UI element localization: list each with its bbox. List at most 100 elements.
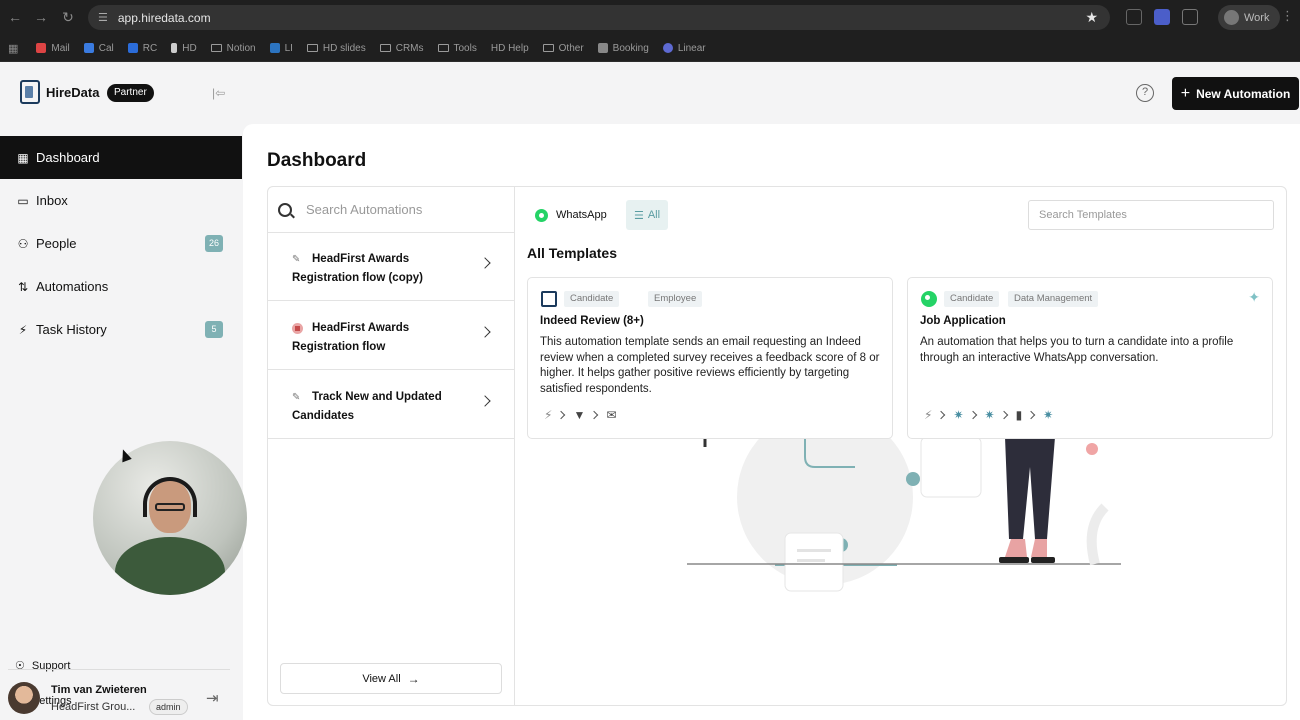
bookmark-tools[interactable]: Tools [437, 43, 477, 54]
automation-title: Track New and Updated Candidates [292, 391, 442, 422]
brand-name: HireData [46, 84, 100, 100]
bookmark-star-icon[interactable]: ★ [1085, 9, 1098, 26]
sidebar-divider [8, 669, 230, 670]
apps-grid-icon[interactable]: ▦ [8, 42, 18, 55]
trigger-bolt-icon: ⚡ [924, 408, 933, 422]
browser-toolbar: ← → ↻ ☰ app.hiredata.com ★ Work ⋮ [0, 0, 1300, 35]
extensions-puzzle-icon[interactable] [1182, 9, 1198, 25]
template-steps: ⚡ ✷ ✷ ▮ ✷ [924, 407, 1059, 423]
gmail-icon [36, 43, 47, 53]
grid-icon: ▦ [17, 150, 29, 165]
step-arrow-icon [1026, 410, 1036, 420]
chat-icon: ▮ [1015, 408, 1023, 422]
list-icon: ☰ [633, 209, 644, 222]
bookmark-cal[interactable]: Cal [83, 43, 114, 54]
plus-icon: + [1180, 84, 1191, 102]
reload-icon[interactable]: ↻ [55, 4, 81, 30]
rc-icon [127, 43, 138, 53]
automations-icon: ⇅ [17, 279, 29, 294]
template-name: Indeed Review (8+) [540, 315, 644, 327]
automation-item[interactable]: HeadFirst Awards Registration flow [268, 302, 515, 370]
help-icon[interactable]: ? [1136, 84, 1154, 102]
search-icon [278, 202, 292, 217]
step-arrow-icon [590, 410, 599, 420]
chevron-right-icon [479, 326, 491, 338]
template-card[interactable]: Candidate Data Management ✦ Job Applicat… [907, 277, 1273, 439]
search-automations-input[interactable] [306, 202, 496, 217]
folder-icon [437, 44, 449, 52]
folder-icon [379, 44, 391, 52]
bookmark-hd-slides[interactable]: HD slides [306, 43, 366, 54]
hiredata-logo-icon [20, 80, 40, 104]
sidebar: ▦ Dashboard ▭ Inbox ⚇ People 26 ⇅ Automa… [0, 124, 242, 720]
template-card[interactable]: Candidate Employee Indeed Review (8+) Th… [527, 277, 893, 439]
mail-extension-icon[interactable] [1126, 9, 1142, 25]
chevron-right-icon [479, 395, 491, 407]
hiredata-action-icon: ✷ [1043, 408, 1054, 422]
glasses [155, 503, 185, 511]
people-icon: ⚇ [17, 236, 29, 251]
template-description: An automation that helps you to turn a c… [920, 336, 1234, 364]
user-org: HeadFirst Grou... [51, 701, 136, 713]
automation-item[interactable]: ✎ Track New and Updated Candidates [268, 371, 515, 439]
extension-icon[interactable] [1154, 9, 1170, 25]
automation-item[interactable]: ✎ HeadFirst Awards Registration flow (co… [268, 233, 515, 301]
bookmark-hd-help[interactable]: HD Help [491, 43, 529, 54]
filter-whatsapp[interactable]: WhatsApp [535, 200, 607, 230]
partner-badge: Partner [107, 84, 154, 102]
step-arrow-icon [937, 410, 946, 420]
bookmark-crms[interactable]: CRMs [379, 43, 424, 54]
step-arrow-icon [999, 410, 1008, 420]
sidebar-item-dashboard[interactable]: ▦ Dashboard [0, 136, 242, 179]
user-name: Tim van Zwieteren [51, 684, 147, 696]
template-tag: Data Management [1008, 291, 1099, 307]
support-link[interactable]: ☉ Support [15, 659, 70, 673]
logo[interactable]: HireData [20, 80, 99, 104]
user-avatar[interactable] [8, 682, 40, 714]
template-description: This automation template sends an email … [540, 336, 880, 395]
url-text: app.hiredata.com [117, 10, 211, 25]
collapse-sidebar-icon[interactable]: |⇦ [212, 86, 225, 100]
filter-icon: ▼ [573, 408, 586, 422]
filter-all[interactable]: ☰ All [626, 200, 668, 230]
template-name: Job Application [920, 315, 1006, 327]
automation-title: HeadFirst Awards Registration flow [292, 322, 410, 353]
bookmark-other[interactable]: Other [542, 43, 584, 54]
browser-menu-icon[interactable]: ⋮ [1281, 8, 1294, 24]
search-templates-input[interactable] [1028, 200, 1274, 230]
forward-icon[interactable]: → [28, 4, 54, 30]
bookmark-li[interactable]: LI [269, 43, 293, 54]
profile-avatar [1224, 10, 1239, 25]
trigger-bolt-icon: ⚡ [544, 408, 553, 422]
address-bar[interactable]: ☰ app.hiredata.com ★ [88, 5, 1110, 30]
sidebar-item-inbox[interactable]: ▭ Inbox [0, 179, 242, 222]
back-icon[interactable]: ← [2, 4, 28, 30]
new-automation-button[interactable]: + New Automation [1172, 77, 1299, 110]
bookmark-mail[interactable]: Mail [36, 43, 70, 54]
logout-icon[interactable]: ⇥ [206, 689, 219, 707]
profile-label: Work [1244, 11, 1270, 24]
step-arrow-icon [968, 410, 977, 420]
site-settings-icon[interactable]: ☰ [98, 11, 108, 24]
arrow-right-icon: → [407, 671, 420, 686]
templates-panel: WhatsApp ☰ All All Templates [515, 187, 1286, 705]
bookmark-booking[interactable]: Booking [597, 43, 649, 54]
hiredata-template-icon [541, 291, 557, 307]
profile-button[interactable]: Work [1218, 5, 1280, 30]
sidebar-item-task-history[interactable]: ⚡ Task History 5 [0, 308, 242, 351]
whatsapp-icon [535, 208, 548, 222]
sparkle-icon: ✦ [1248, 289, 1260, 305]
bookmark-linear[interactable]: Linear [662, 43, 706, 54]
bookmark-rc[interactable]: RC [127, 43, 157, 54]
automation-search [268, 187, 515, 233]
sidebar-item-automations[interactable]: ⇅ Automations [0, 265, 242, 308]
template-steps: ⚡ ▼ ✉ [544, 407, 622, 423]
bookmark-hd[interactable]: HD [171, 43, 197, 54]
calendar-icon [83, 43, 94, 53]
bookmark-notion[interactable]: Notion [210, 43, 256, 54]
folder-icon [306, 44, 318, 52]
main-content: Dashboard ✎ HeadFirst Awards Registratio… [243, 124, 1300, 720]
view-all-button[interactable]: View All → [280, 663, 502, 694]
linear-icon [662, 43, 673, 53]
sidebar-item-people[interactable]: ⚇ People 26 [0, 222, 242, 265]
